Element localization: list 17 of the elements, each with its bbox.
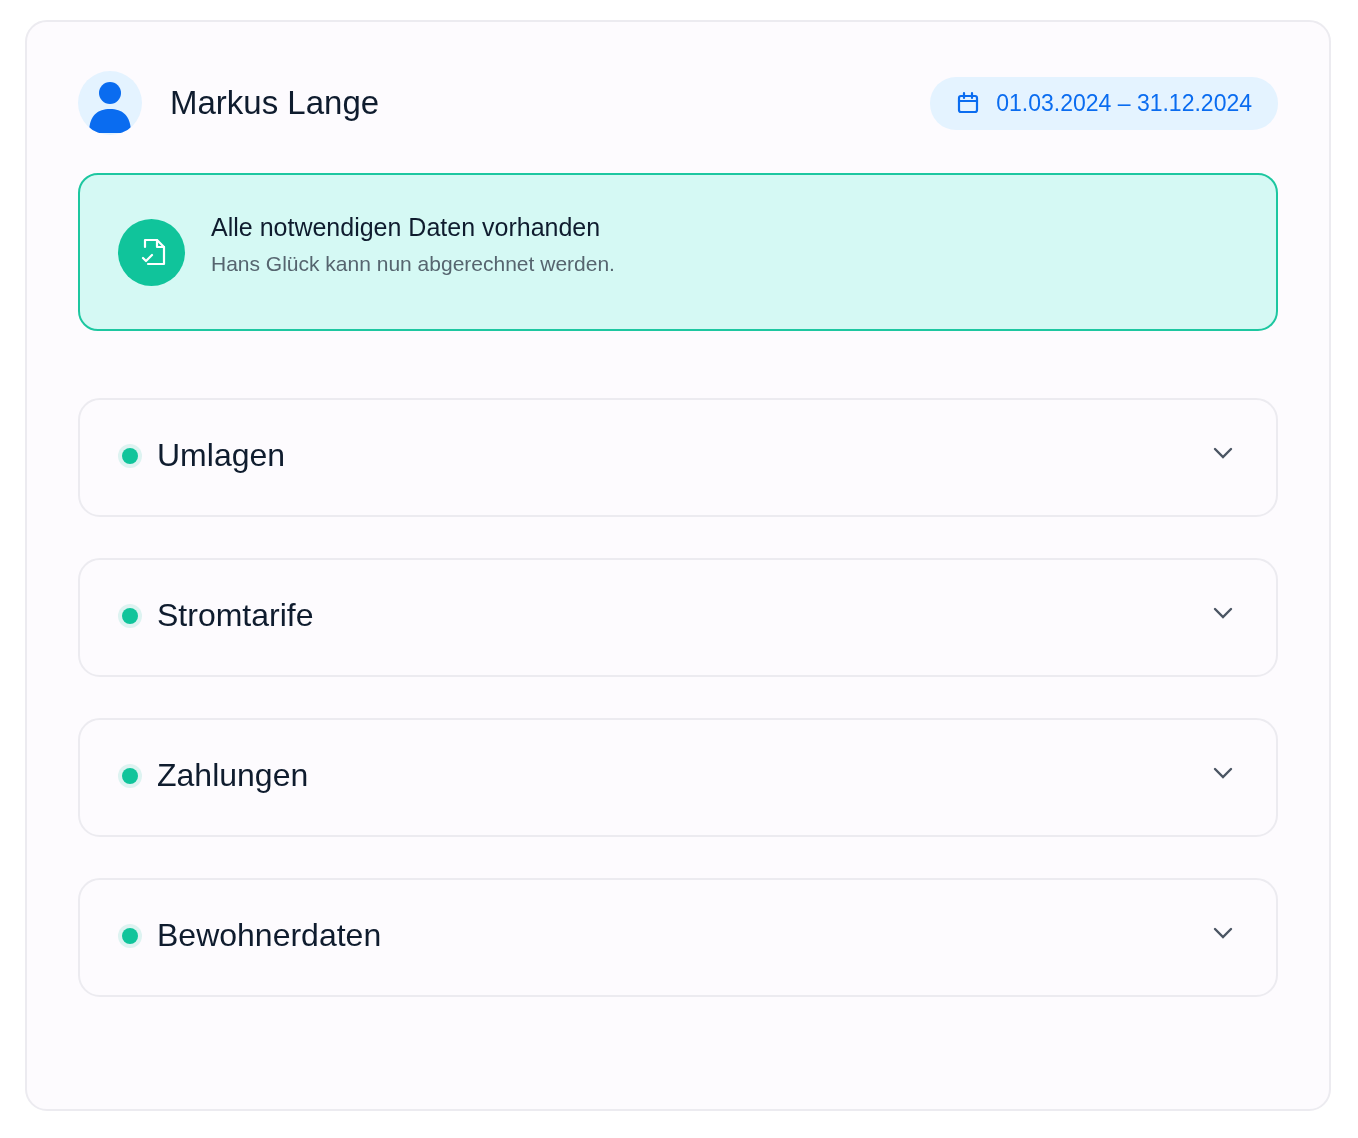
chevron-icon [1212, 925, 1234, 940]
accordion-section[interactable]: Bewohnerdaten [78, 878, 1278, 997]
calendar-icon [956, 91, 981, 115]
accordion-section[interactable]: Zahlungen [78, 718, 1278, 837]
banner-message: Hans Glück kann nun abgerechnet werden. [211, 251, 615, 276]
chevron-icon [1212, 605, 1234, 620]
chevron-icon [1212, 445, 1234, 460]
date-range-badge: 01.03.2024 – 31.12.2024 [930, 76, 1278, 130]
banner-title: Alle notwendigen Daten vorhanden [211, 212, 602, 242]
accordion-section[interactable]: Stromtarife [78, 558, 1278, 677]
section-title: Zahlungen [157, 757, 309, 794]
person-name: Markus Lange [170, 84, 380, 122]
chevron-icon [1212, 765, 1234, 780]
section-title: Stromtarife [157, 597, 314, 634]
section-title: Bewohnerdaten [157, 917, 382, 954]
accordion-section[interactable]: Umlagen [78, 398, 1278, 517]
section-title: Umlagen [157, 437, 286, 474]
